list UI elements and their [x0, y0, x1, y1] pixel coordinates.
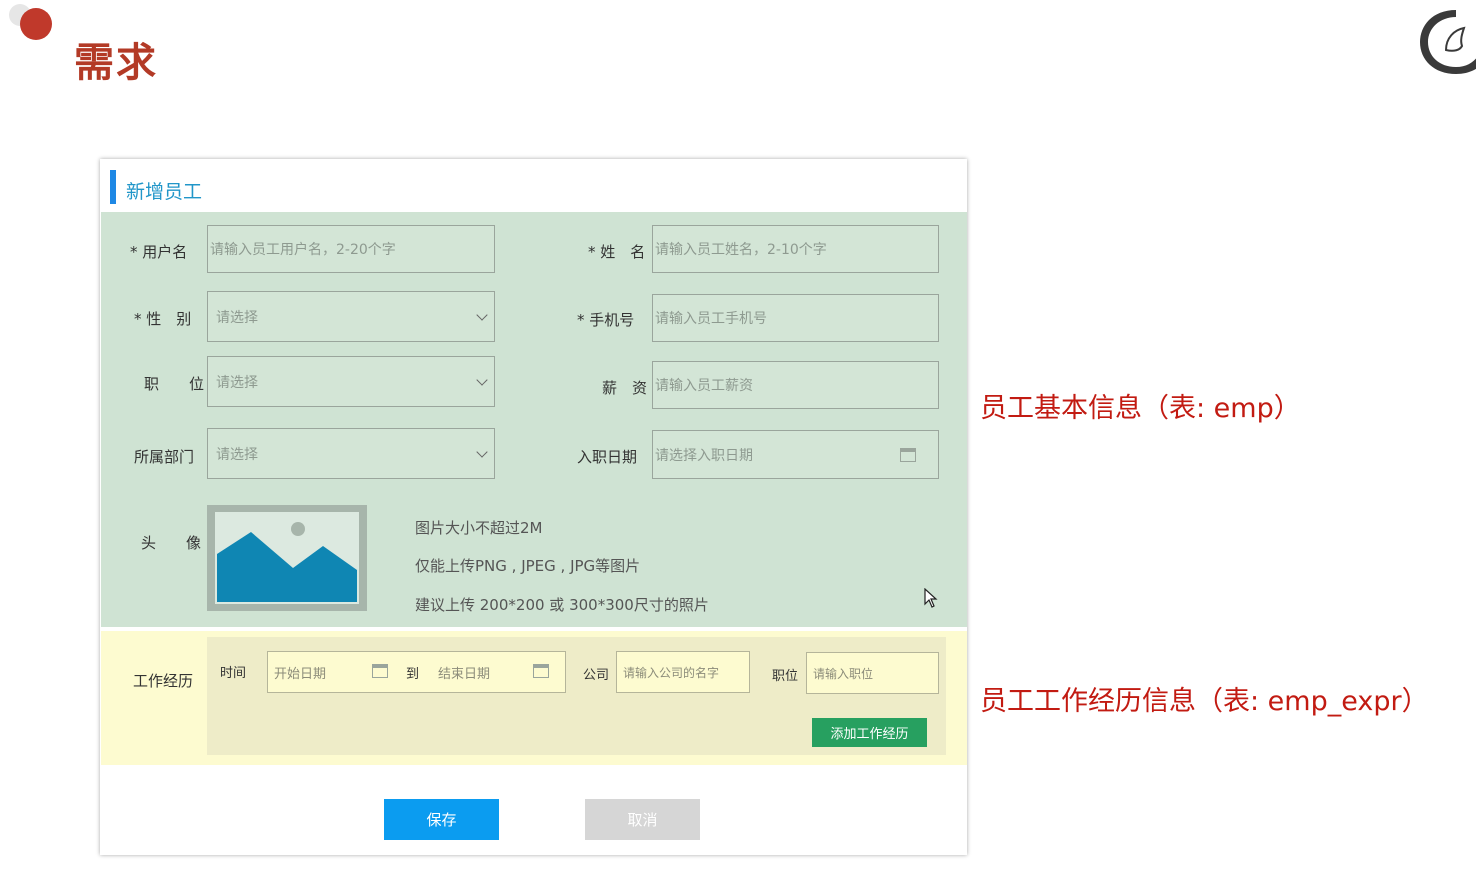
gender-select[interactable]: 请选择: [207, 291, 495, 342]
work-to-label: 到: [406, 666, 420, 682]
entry-date-label: 入职日期: [577, 448, 638, 466]
avatar-tip-format: 仅能上传PNG , JPEG , JPG等图片: [415, 557, 641, 575]
image-placeholder-icon: [215, 512, 359, 604]
username-input[interactable]: 请输入员工用户名，2-20个字: [207, 225, 495, 273]
position-select[interactable]: 请选择: [207, 356, 495, 407]
work-company-input[interactable]: 请输入公司的名字: [616, 651, 750, 693]
cancel-button[interactable]: 取消: [585, 799, 700, 840]
name-placeholder: 请输入员工姓名，2-10个字: [655, 242, 827, 258]
dialog-title: 新增员工: [126, 181, 203, 203]
logo-icon: [1420, 10, 1476, 74]
dept-select[interactable]: 请选择: [207, 428, 495, 479]
cursor-icon: [924, 588, 938, 608]
salary-input[interactable]: 请输入员工薪资: [652, 361, 939, 409]
username-label: * 用户名: [130, 243, 188, 261]
work-start-date: 开始日期: [274, 666, 327, 682]
avatar-tip-size: 图片大小不超过2M: [415, 519, 543, 537]
work-company-label: 公司: [583, 668, 610, 683]
calendar-icon: [900, 448, 916, 462]
work-time-label: 时间: [220, 666, 247, 681]
work-job-input[interactable]: 请输入职位: [806, 652, 939, 694]
name-label: * 姓 名: [588, 243, 646, 261]
avatar-tip-dimension: 建议上传 200*200 或 300*300尺寸的照片: [415, 596, 709, 614]
calendar-icon: [372, 664, 388, 678]
entry-date-picker[interactable]: 请选择入职日期: [652, 430, 939, 479]
note-work-experience: 员工工作经历信息（表: emp_expr）: [980, 686, 1429, 717]
work-label: 工作经历: [133, 672, 194, 690]
entry-date-placeholder: 请选择入职日期: [655, 447, 753, 464]
note-basic-info: 员工基本信息（表: emp）: [980, 393, 1301, 424]
phone-input[interactable]: 请输入员工手机号: [652, 294, 939, 342]
calendar-icon: [533, 664, 549, 678]
save-button[interactable]: 保存: [384, 799, 499, 840]
work-end-date: 结束日期: [438, 666, 491, 682]
work-company-placeholder: 请输入公司的名字: [623, 665, 720, 680]
decor-dot-red: [20, 8, 52, 40]
name-input[interactable]: 请输入员工姓名，2-10个字: [652, 225, 939, 273]
position-label: 职 位: [144, 375, 205, 393]
chevron-down-icon: [476, 373, 488, 386]
gender-placeholder: 请选择: [216, 309, 258, 326]
add-work-experience-button[interactable]: 添加工作经历: [812, 718, 927, 747]
phone-label: * 手机号: [577, 311, 635, 329]
dept-placeholder: 请选择: [216, 446, 258, 463]
phone-placeholder: 请输入员工手机号: [655, 311, 767, 327]
salary-placeholder: 请输入员工薪资: [655, 378, 753, 394]
chevron-down-icon: [476, 308, 488, 321]
work-date-range[interactable]: 开始日期 到 结束日期: [267, 651, 566, 693]
salary-label: 薪 资: [602, 379, 648, 397]
gender-label: * 性 别: [134, 310, 192, 328]
username-placeholder: 请输入员工用户名，2-20个字: [210, 242, 396, 258]
work-job-placeholder: 请输入职位: [813, 666, 874, 681]
dept-label: 所属部门: [134, 448, 195, 466]
avatar-label: 头 像: [141, 534, 202, 552]
chevron-down-icon: [476, 445, 488, 458]
work-job-label: 职位: [772, 669, 799, 684]
slide-title: 需求: [74, 40, 158, 86]
title-accent-bar: [110, 170, 116, 204]
position-placeholder: 请选择: [216, 374, 258, 391]
